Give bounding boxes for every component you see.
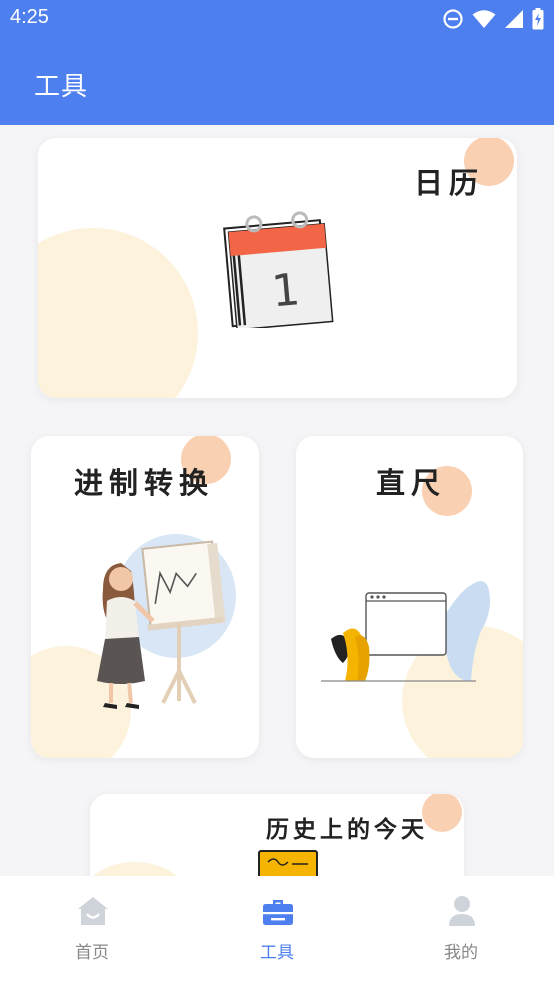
browser-window-illustration <box>321 581 490 682</box>
page-title: 工具 <box>34 72 89 102</box>
decor-circle <box>422 794 462 832</box>
bottom-nav: 首页 工具 我的 <box>0 876 554 985</box>
nav-label: 首页 <box>75 943 109 963</box>
home-icon <box>78 897 108 925</box>
base-conversion-card[interactable]: 进制转换 <box>31 436 259 758</box>
presenter-illustration <box>97 534 236 709</box>
signal-icon <box>505 10 523 28</box>
nav-label: 工具 <box>260 943 294 963</box>
status-time: 4:25 <box>10 6 49 28</box>
calendar-card[interactable]: 日历 1 <box>38 138 517 398</box>
base-conversion-card-title: 进制转换 <box>74 466 215 500</box>
battery-charging-icon <box>532 8 544 30</box>
calendar-card-title: 日历 <box>414 166 485 200</box>
wifi-icon <box>472 10 496 28</box>
nav-label: 我的 <box>444 943 478 963</box>
toolbox-icon <box>263 900 293 925</box>
nav-item-tools[interactable]: 工具 <box>185 876 369 985</box>
nav-item-home[interactable]: 首页 <box>0 876 184 985</box>
status-bar: 4:25 <box>0 0 554 38</box>
do-not-disturb-icon <box>443 9 463 29</box>
ruler-card[interactable]: 直尺 <box>296 436 523 758</box>
calendar-icon: 1 <box>223 211 334 328</box>
app-bar: 工具 <box>0 38 554 125</box>
person-icon <box>449 896 475 926</box>
history-today-card-title: 历史上的今天 <box>266 817 428 843</box>
decor-circle <box>38 228 198 398</box>
nav-item-profile[interactable]: 我的 <box>369 876 553 985</box>
ruler-card-title: 直尺 <box>376 466 447 500</box>
calendar-date-number: 1 <box>270 264 302 317</box>
